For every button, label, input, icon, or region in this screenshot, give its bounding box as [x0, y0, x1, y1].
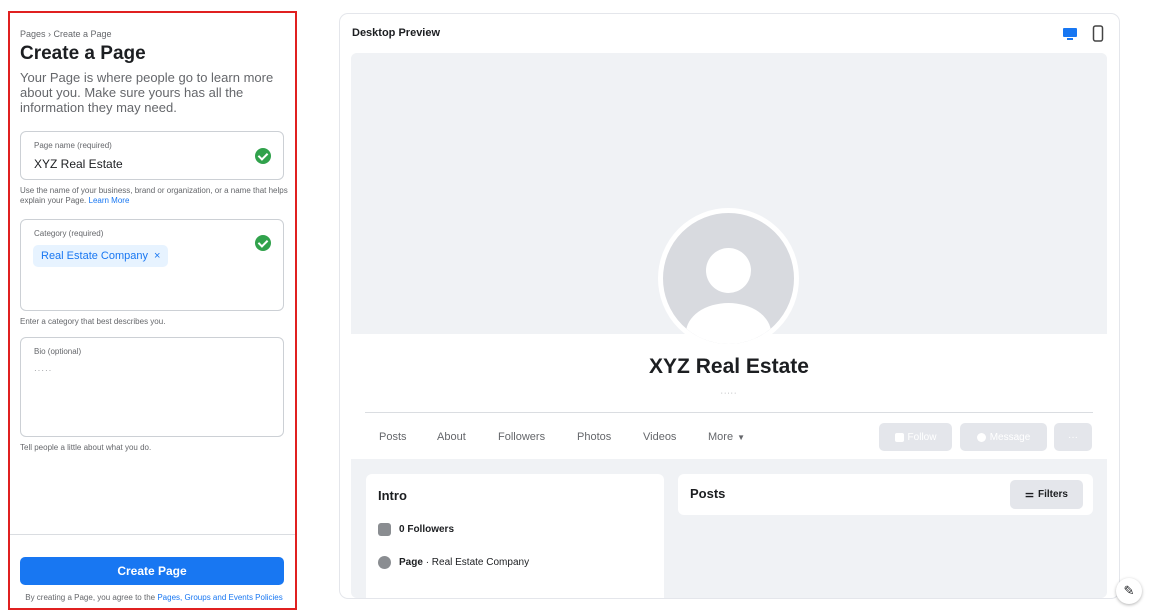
tab-followers[interactable]: Followers [498, 431, 545, 443]
preview-page-name: XYZ Real Estate [649, 355, 809, 378]
preview-canvas: XYZ Real Estate ····· Posts About Follow… [351, 53, 1107, 598]
page-name-field[interactable]: Page name (required) XYZ Real Estate [20, 131, 284, 180]
tabs-divider [365, 412, 1093, 413]
filters-icon: ⚌ [1025, 489, 1034, 500]
page-info-row: Page · Real Estate Company [378, 556, 529, 569]
preview-page-subtitle: ····· [720, 390, 738, 397]
page-name-input[interactable]: XYZ Real Estate [34, 157, 123, 171]
bio-label: Bio (optional) [34, 347, 82, 356]
more-actions-button[interactable]: ··· [1054, 423, 1092, 451]
learn-more-link[interactable]: Learn More [89, 196, 130, 205]
filters-button[interactable]: ⚌ Filters [1010, 480, 1083, 509]
followers-row: 0 Followers [378, 523, 454, 536]
category-chip: Real Estate Company × [33, 245, 169, 267]
compose-icon[interactable]: ✎ [1116, 578, 1142, 604]
divider [10, 534, 295, 535]
preview-title: Desktop Preview [352, 27, 441, 39]
intro-card: Intro 0 Followers Page · Real Estate Com… [366, 474, 664, 598]
bio-field[interactable]: Bio (optional) ····· [20, 337, 284, 437]
message-label: Message [989, 431, 1031, 443]
message-button[interactable]: Message [960, 423, 1047, 451]
intro-text: Your Page is where people go to learn mo… [20, 70, 274, 115]
page-label: Page [399, 557, 423, 568]
info-icon [378, 556, 391, 569]
tab-more[interactable]: More ▼ [708, 431, 745, 443]
category-label: Category (required) [34, 229, 104, 238]
tab-about[interactable]: About [437, 431, 466, 443]
avatar-body-icon [686, 303, 771, 344]
profile-avatar [658, 208, 799, 349]
desktop-preview-panel: Desktop Preview XYZ Real Estate ····· Po… [340, 14, 1119, 598]
tab-videos[interactable]: Videos [643, 431, 676, 443]
policies-link[interactable]: Pages, Groups and Events Policies [157, 593, 282, 602]
page-name-hint-text: Use the name of your business, brand or … [20, 186, 288, 205]
follow-icon [894, 432, 904, 442]
remove-category-icon[interactable]: × [154, 245, 160, 267]
followers-icon [378, 523, 391, 536]
check-icon [255, 148, 271, 164]
filters-label: Filters [1037, 489, 1068, 500]
category-chip-label: Real Estate Company [41, 250, 148, 262]
create-page-button[interactable]: Create Page [20, 557, 284, 585]
page-title: Create a Page [20, 43, 146, 64]
page-name-hint: Use the name of your business, brand or … [20, 186, 288, 206]
bio-hint: Tell people a little about what you do. [20, 443, 152, 452]
mobile-icon[interactable] [1092, 25, 1104, 42]
terms-text: By creating a Page, you agree to the Pag… [20, 593, 288, 603]
tab-posts[interactable]: Posts [379, 431, 407, 443]
category-hint: Enter a category that best describes you… [20, 317, 166, 326]
caret-down-icon: ▼ [737, 433, 745, 442]
bio-input[interactable]: ····· [34, 366, 52, 375]
tab-more-label: More [708, 431, 734, 443]
check-icon [255, 235, 271, 251]
desktop-icon[interactable] [1062, 26, 1078, 42]
tab-photos[interactable]: Photos [577, 431, 611, 443]
follow-button[interactable]: Follow [879, 423, 952, 451]
avatar-head-icon [706, 248, 751, 293]
category-field[interactable]: Category (required) Real Estate Company … [20, 219, 284, 311]
terms-prefix: By creating a Page, you agree to the [25, 593, 156, 602]
breadcrumb[interactable]: Pages › Create a Page [20, 29, 112, 39]
intro-title: Intro [378, 488, 407, 503]
create-page-panel: Pages › Create a Page Create a Page Your… [8, 11, 297, 610]
followers-count: 0 Followers [399, 524, 455, 535]
messenger-icon [976, 432, 986, 442]
follow-label: Follow [907, 431, 937, 443]
posts-title: Posts [690, 486, 726, 501]
page-name-label: Page name (required) [34, 141, 112, 150]
page-category: · Real Estate Company [425, 557, 530, 568]
posts-card: Posts ⚌ Filters [678, 474, 1093, 515]
